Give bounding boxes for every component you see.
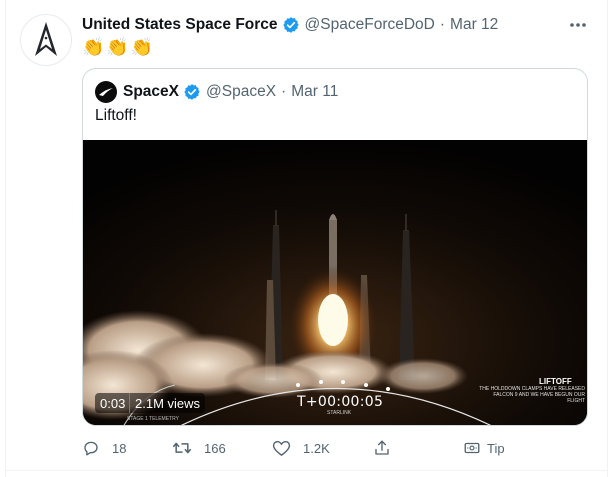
video-elapsed-time: 0:03 — [95, 393, 131, 413]
retweet-button[interactable]: 166 — [172, 436, 226, 460]
quoted-tweet[interactable]: SpaceX @SpaceX · Mar 11 Liftoff! STAGE 1… — [82, 68, 588, 426]
mission-name: STARLINK — [327, 410, 352, 416]
retweet-icon — [172, 442, 192, 454]
tip-button[interactable]: Tip — [463, 436, 505, 460]
share-button[interactable] — [373, 436, 391, 460]
share-icon — [375, 440, 389, 455]
verified-badge-icon — [184, 84, 200, 100]
overlay-title: LIFTOFF — [539, 377, 572, 386]
verified-badge-icon — [282, 17, 299, 33]
launch-video-frame — [83, 140, 587, 425]
author-handle[interactable]: @SpaceForceDoD — [305, 16, 435, 34]
mission-clock: T+00:00:05 — [297, 394, 384, 410]
tip-label: Tip — [487, 440, 505, 456]
more-horizontal-icon — [570, 23, 586, 27]
spacex-logo-icon — [99, 88, 113, 96]
reply-icon — [84, 441, 98, 456]
more-options-button[interactable] — [566, 15, 590, 35]
tweet-text: 👏👏👏 — [82, 37, 156, 57]
reply-button[interactable]: 18 — [82, 436, 126, 460]
tweet-header: United States Space Force @SpaceForceDoD… — [82, 14, 498, 36]
separator-dot: · — [439, 16, 446, 33]
spacex-avatar — [95, 81, 117, 103]
like-count: 1.2K — [303, 440, 330, 456]
stage-telemetry-label: STAGE 1 TELEMETRY — [127, 416, 179, 422]
quoted-tweet-header: SpaceX @SpaceX · Mar 11 — [95, 81, 338, 103]
space-force-delta-icon — [35, 22, 57, 56]
quoted-tweet-timestamp: Mar 11 — [291, 83, 339, 100]
author-name[interactable]: United States Space Force — [82, 16, 278, 34]
reply-count: 18 — [112, 440, 127, 456]
heart-icon — [272, 440, 291, 456]
tweet-timestamp[interactable]: Mar 12 — [450, 16, 498, 34]
video-player[interactable]: STAGE 1 TELEMETRY T+00:00:05 STARLINK LI… — [83, 140, 587, 425]
quoted-author-name: SpaceX — [123, 83, 180, 100]
video-view-count: 2.1M views — [129, 393, 206, 413]
tip-icon — [464, 442, 480, 454]
quoted-author-handle: @SpaceX — [206, 83, 277, 100]
divider — [5, 470, 608, 471]
overlay-caption: THE HOLDDOWN CLAMPS HAVE RELEASED FALCON… — [479, 386, 585, 404]
tweet-actions: 18 166 1.2K Tip — [0, 436, 613, 460]
like-button[interactable]: 1.2K — [272, 436, 330, 460]
retweet-count: 166 — [204, 440, 226, 456]
quoted-tweet-text: Liftoff! — [95, 107, 137, 124]
author-avatar[interactable] — [20, 14, 72, 66]
separator-dot: · — [281, 83, 287, 100]
